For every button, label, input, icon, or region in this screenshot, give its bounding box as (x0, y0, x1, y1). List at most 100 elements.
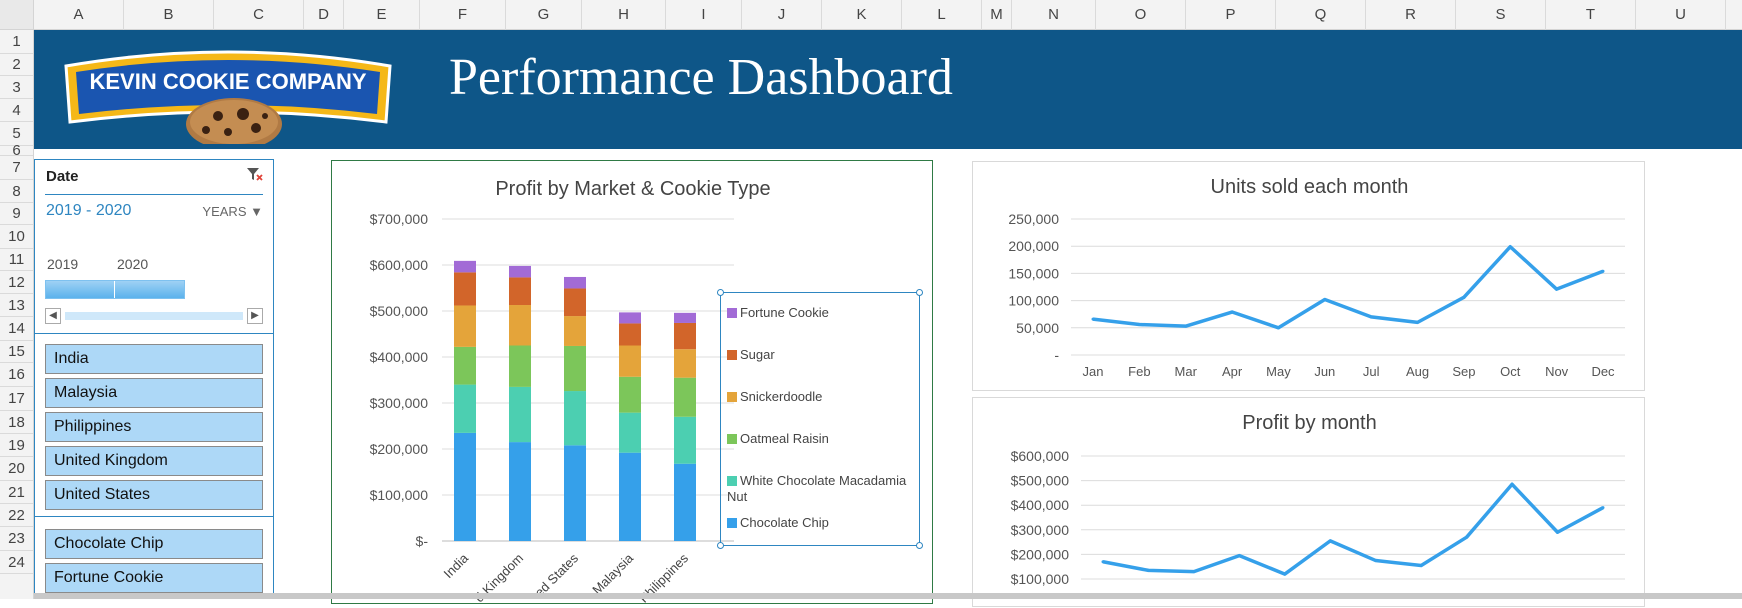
row-header-14[interactable]: 14 (0, 317, 33, 341)
data-point (1237, 554, 1241, 558)
scroll-left-icon[interactable]: ◀ (45, 308, 61, 324)
row-header-9[interactable]: 9 (0, 203, 33, 225)
market-slicer-item-united-states[interactable]: United States (45, 480, 263, 510)
data-point (1192, 570, 1196, 574)
bar-segment (619, 323, 641, 346)
column-header-u[interactable]: U (1636, 0, 1726, 30)
row-header-8[interactable]: 8 (0, 180, 33, 203)
cookie-slicer-item-fortune-cookie[interactable]: Fortune Cookie (45, 563, 263, 593)
row-header-4[interactable]: 4 (0, 99, 33, 122)
bar-segment (564, 316, 586, 346)
legend-item: White Chocolate Macadamia Nut (727, 473, 912, 505)
data-point (1555, 287, 1559, 291)
bar-segment (509, 386, 531, 443)
column-header-t[interactable]: T (1546, 0, 1636, 30)
column-header-h[interactable]: H (582, 0, 666, 30)
row-header-18[interactable]: 18 (0, 411, 33, 434)
bar-segment (564, 445, 586, 541)
x-tick-label: Oct (1500, 364, 1521, 379)
market-slicer-item-united-kingdom[interactable]: United Kingdom (45, 446, 263, 476)
legend-label: Snickerdoodle (740, 389, 823, 404)
row-header-20[interactable]: 20 (0, 457, 33, 481)
x-tick-label: Apr (1222, 364, 1243, 379)
legend-swatch (727, 476, 737, 486)
date-timeline[interactable]: Date 2019 - 2020 YEARS ▼ 2019 2020 ◀ ▶ (35, 160, 273, 334)
data-point (1230, 310, 1234, 314)
y-tick-label: $400,000 (370, 349, 429, 365)
legend-item: Sugar (727, 347, 912, 363)
column-header-a[interactable]: A (34, 0, 124, 30)
column-header-g[interactable]: G (506, 0, 582, 30)
legend-item: Snickerdoodle (727, 389, 912, 405)
row-header-16[interactable]: 16 (0, 363, 33, 387)
row-header-6[interactable]: 6 (0, 143, 33, 158)
row-header-24[interactable]: 24 (0, 551, 33, 574)
data-point (1462, 295, 1466, 299)
row-header-3[interactable]: 3 (0, 76, 33, 99)
timeline-scrollbar[interactable]: ◀ ▶ (45, 308, 263, 324)
horizontal-scrollbar[interactable] (34, 593, 1742, 599)
column-header-n[interactable]: N (1012, 0, 1096, 30)
column-header-l[interactable]: L (902, 0, 982, 30)
row-header-2[interactable]: 2 (0, 54, 33, 76)
chart-legend[interactable]: Fortune Cookie Sugar Snickerdoodle Oatmeal … (717, 289, 923, 549)
column-header-c[interactable]: C (214, 0, 304, 30)
clear-filter-icon[interactable] (247, 168, 263, 185)
units-sold-chart[interactable]: Units sold each month - 50,000 100,000 150,0… (972, 161, 1645, 391)
row-header-21[interactable]: 21 (0, 481, 33, 504)
logo-text: KEVIN COOKIE COMPANY (89, 69, 366, 94)
legend-label: White Chocolate Macadamia Nut (727, 473, 907, 504)
row-header-12[interactable]: 12 (0, 271, 33, 294)
bar-segment (564, 276, 586, 289)
row-header-19[interactable]: 19 (0, 434, 33, 457)
column-header-b[interactable]: B (124, 0, 214, 30)
row-header-10[interactable]: 10 (0, 225, 33, 249)
row-header-23[interactable]: 23 (0, 527, 33, 551)
select-all-corner[interactable] (0, 0, 34, 30)
legend-label: Sugar (740, 347, 775, 362)
market-slicer-item-malaysia[interactable]: Malaysia (45, 378, 263, 408)
scroll-right-icon[interactable]: ▶ (247, 308, 263, 324)
column-header-q[interactable]: Q (1276, 0, 1366, 30)
row-header-1[interactable]: 1 (0, 30, 33, 54)
column-headers[interactable]: ABCDEFGHIJKLMNOPQRSTU (34, 0, 1742, 30)
cookie-slicer-item-chocolate-chip[interactable]: Chocolate Chip (45, 529, 263, 559)
row-header-13[interactable]: 13 (0, 294, 33, 317)
y-tick-label: $600,000 (370, 257, 429, 273)
column-header-i[interactable]: I (666, 0, 742, 30)
column-header-f[interactable]: F (420, 0, 506, 30)
row-header-15[interactable]: 15 (0, 341, 33, 363)
market-slicer-item-india[interactable]: India (45, 344, 263, 374)
bar-segment (619, 312, 641, 324)
y-tick-label: $500,000 (370, 303, 429, 319)
x-tick-label: Feb (1128, 364, 1150, 379)
data-point (1508, 245, 1512, 249)
column-header-j[interactable]: J (742, 0, 822, 30)
series-line (1092, 244, 1604, 330)
column-header-m[interactable]: M (982, 0, 1012, 30)
bar-segment (674, 463, 696, 541)
column-header-d[interactable]: D (304, 0, 344, 30)
bar-segment (619, 345, 641, 377)
bar-segment (674, 377, 696, 417)
y-tick-label: - (1054, 347, 1059, 363)
timeline-level-dropdown[interactable]: YEARS ▼ (202, 204, 263, 219)
column-header-o[interactable]: O (1096, 0, 1186, 30)
market-slicer-item-philippines[interactable]: Philippines (45, 412, 263, 442)
row-header-7[interactable]: 7 (0, 156, 33, 180)
column-header-p[interactable]: P (1186, 0, 1276, 30)
row-header-11[interactable]: 11 (0, 249, 33, 271)
column-header-e[interactable]: E (344, 0, 420, 30)
row-header-17[interactable]: 17 (0, 387, 33, 411)
bar-segment (454, 346, 476, 385)
x-tick-label: India (441, 550, 472, 581)
profit-by-month-chart[interactable]: Profit by month $100,000 $200,000 $300,000 $… (972, 397, 1645, 607)
column-header-k[interactable]: K (822, 0, 902, 30)
column-header-s[interactable]: S (1456, 0, 1546, 30)
y-tick-label: $300,000 (370, 395, 429, 411)
row-headers[interactable]: 1 2 3 4 5 6 7 8 9 10 11 12 13 14 15 16 17 18 19 20 21 22 23 24 (0, 30, 34, 599)
column-header-r[interactable]: R (1366, 0, 1456, 30)
x-tick-label: Jun (1314, 364, 1335, 379)
timeline-selection-bar[interactable] (45, 280, 185, 299)
row-header-22[interactable]: 22 (0, 504, 33, 527)
